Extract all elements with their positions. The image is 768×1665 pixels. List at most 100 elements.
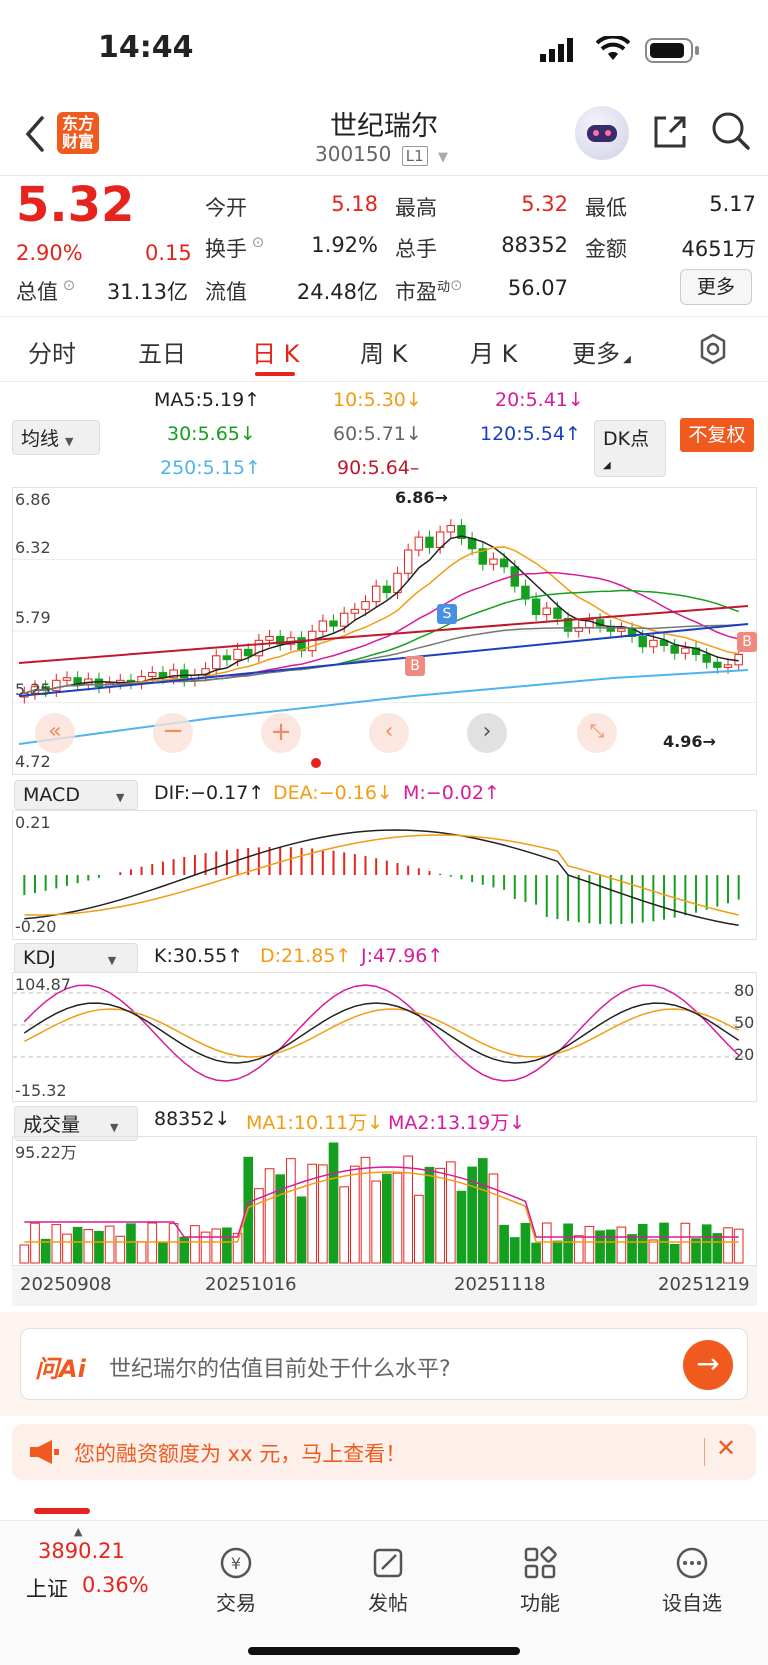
tab-weekly-k[interactable]: 周 K <box>360 334 407 369</box>
volume-bar <box>435 1167 445 1264</box>
search-icon[interactable] <box>710 110 752 156</box>
volume-bar <box>190 1225 200 1264</box>
volume-bar <box>712 1233 723 1264</box>
kdj-chart[interactable]: 104.87 -15.32 80 50 20 <box>12 972 757 1102</box>
tab-more[interactable]: 更多 ◢ <box>572 334 631 369</box>
candle <box>723 664 733 668</box>
settings-icon[interactable] <box>696 332 730 370</box>
index-value[interactable]: 3890.21 <box>38 1539 125 1563</box>
tab-monthly-k[interactable]: 月 K <box>470 334 517 369</box>
ma30-legend: 30:5.65↓ <box>167 423 256 445</box>
scroll-right-icon[interactable]: › <box>467 713 507 753</box>
candle <box>489 558 498 565</box>
candle <box>499 558 509 568</box>
volume-bar <box>328 1142 339 1264</box>
dk-point-button[interactable]: DK点 ◢ <box>594 420 666 477</box>
scroll-left-icon[interactable]: ‹ <box>369 713 409 753</box>
ma-selector[interactable]: 均线 ▼ <box>12 420 100 455</box>
macd-chart[interactable]: 0.21 -0.20 <box>12 810 757 940</box>
robot-avatar-icon[interactable] <box>575 106 629 160</box>
promo-banner[interactable]: 您的融资额度为 xx 元，马上查看！ ✕ <box>12 1424 756 1480</box>
trade-button[interactable]: ¥ 交易 <box>181 1545 291 1616</box>
scroll-left-fast-icon[interactable]: « <box>35 713 75 753</box>
volume-ma1: MA1:10.11万↓ <box>246 1112 384 1134</box>
volume-bar <box>40 1238 51 1264</box>
ai-logo: 问Ai <box>35 1355 86 1383</box>
volume-bar <box>552 1240 563 1264</box>
candle <box>649 639 658 648</box>
dropdown-icon: ▼ <box>437 150 448 165</box>
candle <box>339 612 349 627</box>
candle <box>403 549 413 574</box>
candle <box>329 620 338 627</box>
open-label: 今开 <box>205 196 247 220</box>
date-label: 20251219 <box>658 1274 750 1295</box>
volume-bar <box>499 1224 509 1264</box>
volume-bar <box>211 1228 222 1264</box>
ai-question-box[interactable]: 问Ai 世纪瑞尔的估值目前处于什么水平? → <box>20 1328 748 1400</box>
close-icon[interactable]: ✕ <box>716 1434 736 1462</box>
volume-bar <box>520 1222 531 1264</box>
candle <box>553 607 562 619</box>
candle <box>94 678 104 688</box>
change-amount: 0.15 <box>145 241 192 265</box>
more-button[interactable]: 更多 <box>680 269 752 305</box>
volume-bar <box>222 1227 232 1264</box>
ai-prompt: 世纪瑞尔的估值目前处于什么水平? <box>109 1357 451 1382</box>
ai-send-icon[interactable]: → <box>683 1340 733 1390</box>
ma120-legend: 120:5.54↑ <box>480 423 581 445</box>
share-icon[interactable] <box>650 112 690 156</box>
date-label: 20251118 <box>454 1274 546 1295</box>
pe-label[interactable]: 市盈动⊙ <box>395 276 463 306</box>
candle <box>350 608 360 614</box>
change-percent: 2.90% <box>16 241 83 265</box>
volume-bar <box>509 1237 520 1264</box>
volume-bar <box>147 1222 158 1264</box>
total-value-label[interactable]: 总值 ⊙ <box>16 276 75 306</box>
amount-label: 金额 <box>585 237 627 261</box>
volume-bar <box>168 1223 179 1264</box>
post-button[interactable]: 发帖 <box>333 1545 443 1616</box>
volume-value: 88352 <box>501 233 568 257</box>
zoom-out-icon[interactable]: − <box>153 713 193 753</box>
tab-intraday[interactable]: 分时 <box>28 334 76 369</box>
macd-axis-top: 0.21 <box>15 813 51 832</box>
volume-bar <box>669 1243 680 1264</box>
zoom-in-icon[interactable]: + <box>261 713 301 753</box>
candle <box>243 648 253 657</box>
ma10-legend: 10:5.30↓ <box>333 389 422 411</box>
function-icon <box>485 1545 595 1581</box>
stock-code-row[interactable]: 300150 L1 ▼ <box>315 142 448 166</box>
volume-bar <box>30 1222 40 1264</box>
volume-bar <box>158 1242 168 1264</box>
kdj-selector[interactable]: KDJ ▼ <box>14 943 138 973</box>
function-button[interactable]: 功能 <box>485 1545 595 1616</box>
candle <box>148 672 157 677</box>
add-favorite-button[interactable]: 设自选 <box>637 1545 747 1616</box>
volume-bar <box>648 1239 659 1264</box>
candle <box>414 536 424 551</box>
post-icon <box>333 1545 443 1581</box>
volume-bar <box>413 1194 424 1264</box>
volume-bar <box>531 1242 541 1264</box>
macd-dea: DEA:−0.16↓ <box>273 782 393 804</box>
adjust-button[interactable]: 不复权 <box>680 418 754 452</box>
tab-daily-k[interactable]: 日 K <box>252 334 299 369</box>
float-value-label: 流值 <box>205 280 247 304</box>
volume-ma2: MA2:13.19万↓ <box>388 1112 526 1134</box>
fullscreen-icon[interactable]: ⤡ <box>577 713 617 753</box>
low-marker: 4.96→ <box>663 732 716 751</box>
kdj-level-20: 20 <box>734 1045 755 1064</box>
open-value: 5.18 <box>331 192 378 216</box>
kline-chart[interactable]: 6.86 6.32 5.79 5.25 4.72 6.86→ 4.96→ B S… <box>12 487 757 775</box>
candle <box>702 654 711 663</box>
volume-bar <box>456 1190 467 1264</box>
volume-bar <box>541 1222 552 1264</box>
macd-selector[interactable]: MACD ▼ <box>14 780 138 810</box>
volume-chart[interactable]: 95.22万 <box>12 1136 757 1266</box>
tab-five-day[interactable]: 五日 <box>138 334 186 369</box>
turnover-label[interactable]: 换手 ⊙ <box>205 233 264 263</box>
d-line <box>23 1008 740 1058</box>
candle <box>212 655 221 670</box>
date-label: 20251016 <box>205 1274 297 1295</box>
